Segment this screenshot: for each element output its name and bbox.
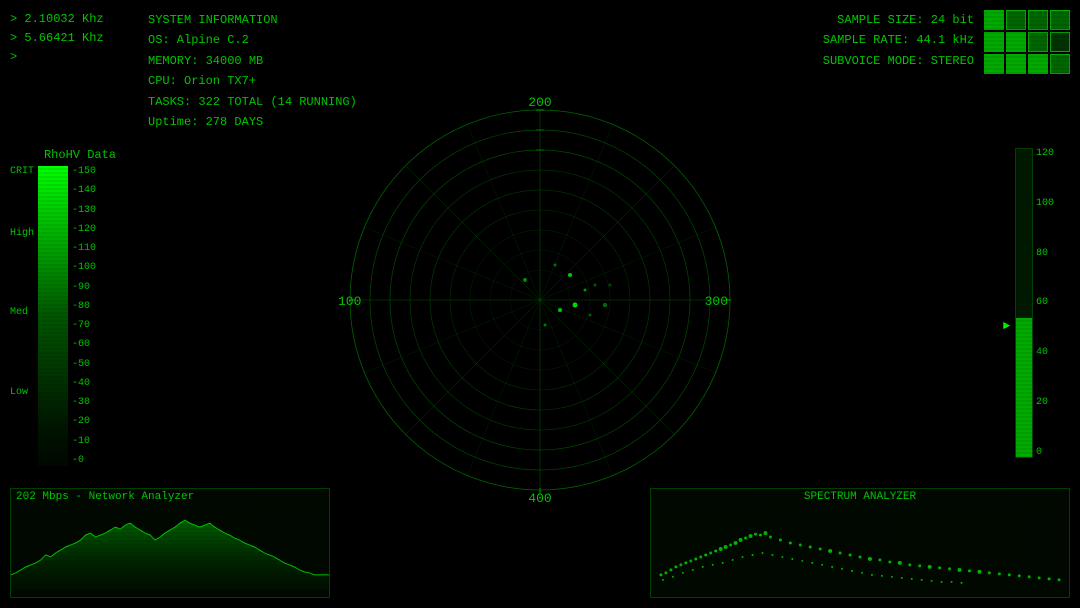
scale-60: 60 xyxy=(1036,297,1054,308)
svg-text:200: 200 xyxy=(528,95,551,110)
scale-arrow: ► xyxy=(1003,319,1010,333)
spectrum-graph-svg xyxy=(651,505,1069,590)
lv-120: -120 xyxy=(72,224,96,235)
sample-size: SAMPLE SIZE: 24 bit xyxy=(823,10,974,30)
label-low: Low xyxy=(10,387,34,398)
grid-cell-8 xyxy=(1050,32,1070,52)
lv-0: -0 xyxy=(72,455,96,466)
scale-labels: 120 100 80 60 40 20 0 xyxy=(1036,148,1054,458)
lv-80: -80 xyxy=(72,301,96,312)
scale-100: 100 xyxy=(1036,198,1054,209)
lv-110: -110 xyxy=(72,243,96,254)
scale-fill xyxy=(1016,318,1032,457)
legend-title: RhoHV Data xyxy=(10,148,150,162)
grid-cell-11 xyxy=(1028,54,1048,74)
sysinfo-tasks: TASKS: 322 TOTAL (14 RUNNING) xyxy=(148,92,357,112)
sysinfo-uptime: Uptime: 278 DAYS xyxy=(148,112,357,132)
network-graph-svg xyxy=(11,505,329,590)
lv-130: -130 xyxy=(72,205,96,216)
legend-bar xyxy=(38,166,68,466)
lv-40: -40 xyxy=(72,378,96,389)
grid-cell-12 xyxy=(1050,54,1070,74)
radar-panel: 200 400 100 300 xyxy=(330,90,750,510)
svg-text:300: 300 xyxy=(705,294,728,309)
sysinfo-title: SYSTEM INFORMATION xyxy=(148,10,357,30)
sample-rate: SAMPLE RATE: 44.1 kHz xyxy=(823,30,974,50)
sysinfo-memory: MEMORY: 34000 MB xyxy=(148,51,357,71)
grid-cell-5 xyxy=(984,32,1004,52)
sample-text: SAMPLE SIZE: 24 bit SAMPLE RATE: 44.1 kH… xyxy=(823,10,974,71)
network-title: 202 Mbps - Network Analyzer xyxy=(11,489,329,505)
lv-10: -10 xyxy=(72,436,96,447)
scale-panel: ► 120 100 80 60 40 20 0 xyxy=(1015,148,1070,458)
lv-30: -30 xyxy=(72,397,96,408)
sysinfo-panel: SYSTEM INFORMATION OS: Alpine C.2 MEMORY… xyxy=(148,10,357,132)
grid-cell-4 xyxy=(1050,10,1070,30)
freq-item-2[interactable]: > 5.66421 Khz xyxy=(10,29,104,48)
svg-text:100: 100 xyxy=(338,294,361,309)
grid-cell-10 xyxy=(1006,54,1026,74)
scale-120: 120 xyxy=(1036,148,1054,159)
legend-panel: RhoHV Data CRIT High Med Low xyxy=(10,148,150,466)
screen: > 2.10032 Khz > 5.66421 Khz > SYSTEM INF… xyxy=(0,0,1080,608)
sysinfo-os: OS: Alpine C.2 xyxy=(148,30,357,50)
sysinfo-cpu: CPU: Orion TX7+ xyxy=(148,71,357,91)
scale-0: 0 xyxy=(1036,447,1054,458)
spectrum-panel: SPECTRUM ANALYZER xyxy=(650,488,1070,598)
grid-cell-3 xyxy=(1028,10,1048,30)
lv-100: -100 xyxy=(72,262,96,273)
grid-cell-1 xyxy=(984,10,1004,30)
lv-60: -60 xyxy=(72,339,96,350)
sample-panel: SAMPLE SIZE: 24 bit SAMPLE RATE: 44.1 kH… xyxy=(823,10,1070,74)
freq-item-1[interactable]: > 2.10032 Khz xyxy=(10,10,104,29)
lv-20: -20 xyxy=(72,416,96,427)
lv-70: -70 xyxy=(72,320,96,331)
lv-150: -150 xyxy=(72,166,96,177)
frequency-panel: > 2.10032 Khz > 5.66421 Khz > xyxy=(10,10,104,68)
legend-bar-gradient xyxy=(38,166,68,466)
grid-cell-6 xyxy=(1006,32,1026,52)
legend-labels-left: CRIT High Med Low xyxy=(10,166,34,466)
scale-bar xyxy=(1015,148,1033,458)
legend-labels-right: -150 -140 -130 -120 -110 -100 -90 -80 -7… xyxy=(72,166,96,466)
grid-cell-7 xyxy=(1028,32,1048,52)
network-panel: 202 Mbps - Network Analyzer xyxy=(10,488,330,598)
scale-40: 40 xyxy=(1036,347,1054,358)
legend-bar-container: CRIT High Med Low -150 xyxy=(10,166,150,466)
label-crit: CRIT xyxy=(10,166,34,177)
freq-caret: > xyxy=(10,48,104,67)
scale-80: 80 xyxy=(1036,248,1054,259)
label-med: Med xyxy=(10,307,34,318)
lv-90: -90 xyxy=(72,282,96,293)
grid-cell-2 xyxy=(1006,10,1026,30)
lv-140: -140 xyxy=(72,185,96,196)
scale-20: 20 xyxy=(1036,397,1054,408)
sample-grid xyxy=(984,10,1070,74)
grid-cell-9 xyxy=(984,54,1004,74)
spectrum-title: SPECTRUM ANALYZER xyxy=(651,489,1069,505)
label-high: High xyxy=(10,228,34,239)
radar-svg: 200 400 100 300 xyxy=(330,90,750,510)
lv-50: -50 xyxy=(72,359,96,370)
sample-mode: SUBVOICE MODE: STEREO xyxy=(823,51,974,71)
